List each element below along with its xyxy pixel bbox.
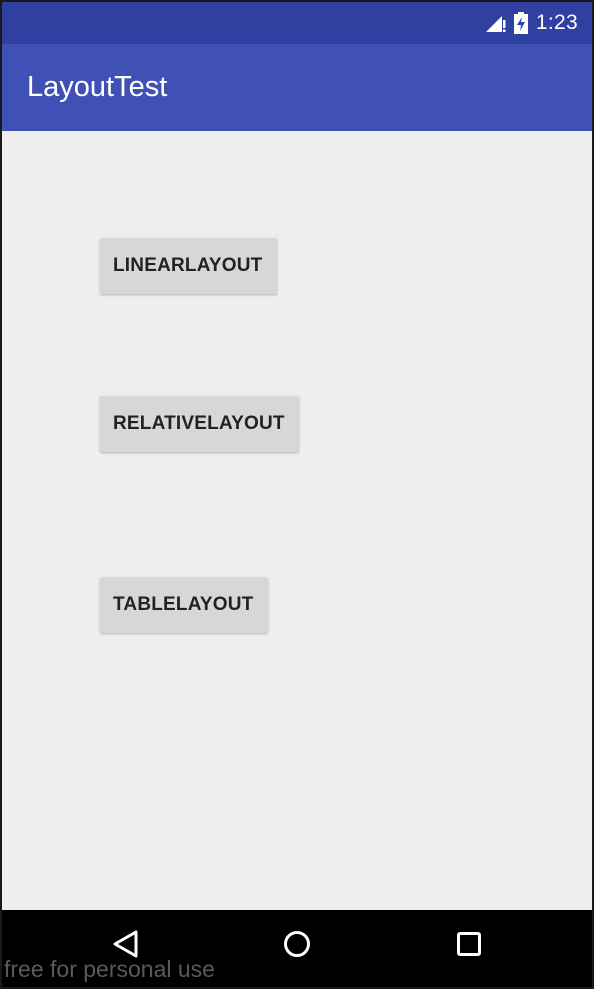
app-title: LayoutTest	[27, 71, 168, 103]
status-bar: 1:23	[2, 2, 592, 44]
home-icon	[282, 929, 312, 964]
signal-icon	[484, 12, 506, 34]
linearlayout-button[interactable]: LINEARLAYOUT	[100, 238, 277, 294]
status-clock: 1:23	[535, 11, 578, 34]
status-icons: 1:23	[484, 2, 578, 44]
relativelayout-button-label: RELATIVELAYOUT	[113, 413, 285, 434]
app-bar: LayoutTest	[2, 44, 592, 131]
phone-screen: 1:23 LayoutTest LINEARLAYOUT RELATIVELAY…	[0, 0, 594, 989]
recent-apps-icon	[455, 930, 483, 963]
relativelayout-button[interactable]: RELATIVELAYOUT	[100, 396, 299, 452]
recent-apps-button[interactable]	[451, 928, 487, 964]
home-button[interactable]	[279, 928, 315, 964]
tablelayout-button-label: TABLELAYOUT	[113, 594, 254, 615]
main-content: LINEARLAYOUT RELATIVELAYOUT TABLELAYOUT	[2, 131, 592, 914]
tablelayout-button[interactable]: TABLELAYOUT	[100, 577, 268, 633]
battery-charging-icon	[513, 12, 528, 34]
linearlayout-button-label: LINEARLAYOUT	[113, 255, 263, 276]
watermark-text: free for personal use	[4, 956, 215, 982]
